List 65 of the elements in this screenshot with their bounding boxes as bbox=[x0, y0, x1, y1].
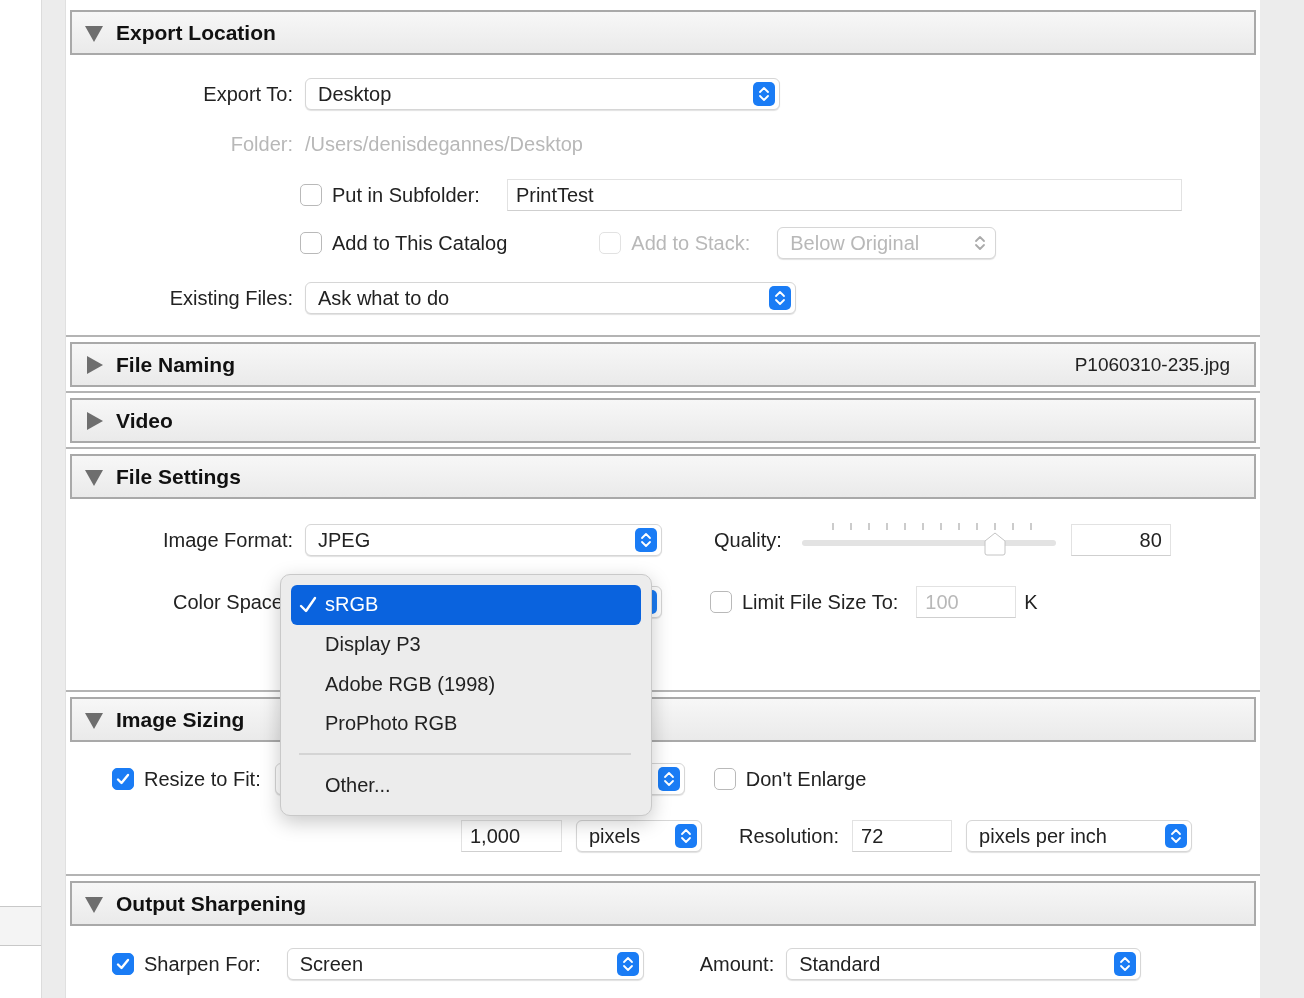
checkbox-label: Limit File Size To: bbox=[742, 590, 899, 614]
checkbox[interactable] bbox=[710, 591, 732, 613]
dropdown[interactable]: Ask what to do bbox=[305, 282, 796, 314]
dropdown[interactable]: Standard bbox=[786, 948, 1142, 980]
stepper-icon bbox=[657, 767, 680, 791]
checkbox-label: Don't Enlarge bbox=[745, 767, 867, 791]
checkmark-icon bbox=[115, 771, 131, 787]
checkmark-icon bbox=[115, 956, 131, 972]
stepper-icon bbox=[753, 82, 775, 106]
checkbox-label: Add to This Catalog bbox=[332, 231, 508, 255]
checkbox-label: Sharpen For: bbox=[144, 952, 261, 976]
checkbox-label: Resize to Fit: bbox=[144, 767, 261, 791]
quality-slider[interactable] bbox=[801, 523, 1056, 557]
field-label: Quality: bbox=[714, 528, 782, 552]
checkbox[interactable] bbox=[300, 232, 322, 254]
quality-field[interactable]: 80 bbox=[1070, 524, 1171, 556]
checkmark-icon bbox=[299, 595, 317, 614]
resolution-field[interactable]: 72 bbox=[852, 820, 953, 852]
checkbox[interactable] bbox=[713, 768, 736, 790]
file-name-preview: P1060310-235.jpg bbox=[1074, 353, 1230, 376]
field-label: Folder: bbox=[229, 132, 293, 156]
section-title: File Settings bbox=[116, 464, 241, 489]
dropdown[interactable]: pixels per inch bbox=[966, 820, 1193, 852]
section-title: Video bbox=[116, 408, 173, 433]
section-header[interactable]: Output Sharpening bbox=[70, 881, 1256, 926]
checkbox[interactable] bbox=[112, 953, 134, 975]
stepper-icon bbox=[769, 286, 791, 310]
size-field[interactable]: 1,000 bbox=[461, 820, 562, 852]
expand-triangle-icon[interactable] bbox=[84, 410, 104, 431]
checkbox[interactable] bbox=[300, 184, 322, 206]
slider-thumb[interactable] bbox=[982, 531, 1007, 557]
stepper-icon bbox=[635, 528, 657, 552]
stepper-icon bbox=[675, 824, 697, 848]
field-label: Existing Files: bbox=[168, 286, 293, 310]
subfolder-field[interactable]: PrintTest bbox=[506, 179, 1182, 211]
dropdown[interactable]: Desktop bbox=[305, 78, 780, 110]
stepper-icon bbox=[1114, 952, 1137, 976]
checkbox-label: Add to Stack: bbox=[631, 231, 751, 255]
section-title: File Naming bbox=[116, 352, 236, 377]
section-header[interactable]: Video bbox=[70, 398, 1256, 443]
field-label: Color Space bbox=[171, 590, 283, 614]
folder-path: /Users/denisdegannes/Desktop bbox=[305, 132, 583, 156]
section-header[interactable]: File Settings bbox=[70, 454, 1256, 499]
unit-label: K bbox=[1024, 590, 1038, 614]
dropdown[interactable]: Screen bbox=[286, 948, 644, 980]
menu-item[interactable]: Other... bbox=[291, 765, 641, 806]
stepper-icon bbox=[616, 952, 639, 976]
section-header[interactable]: Export Location bbox=[70, 10, 1256, 55]
checkbox-label: Put in Subfolder: bbox=[332, 183, 480, 207]
dropdown[interactable]: JPEG bbox=[305, 524, 662, 556]
menu-item[interactable]: sRGB bbox=[291, 585, 641, 625]
menu-item[interactable]: ProPhoto RGB bbox=[291, 703, 641, 744]
expand-triangle-icon[interactable] bbox=[84, 354, 104, 375]
checkbox[interactable] bbox=[112, 768, 134, 790]
section-title: Image Sizing bbox=[116, 707, 245, 732]
field-label: Image Format: bbox=[161, 528, 293, 552]
field-label: Export To: bbox=[202, 82, 293, 106]
field-label: Resolution: bbox=[739, 824, 840, 848]
section-header[interactable]: File Naming P1060310-235.jpg bbox=[70, 342, 1256, 387]
section-title: Export Location bbox=[116, 20, 276, 45]
field-label: Amount: bbox=[699, 952, 775, 976]
stepper-icon bbox=[1165, 824, 1188, 848]
dropdown[interactable]: pixels bbox=[576, 820, 702, 852]
menu-item[interactable]: Display P3 bbox=[291, 624, 641, 665]
section-title: Output Sharpening bbox=[116, 891, 307, 916]
